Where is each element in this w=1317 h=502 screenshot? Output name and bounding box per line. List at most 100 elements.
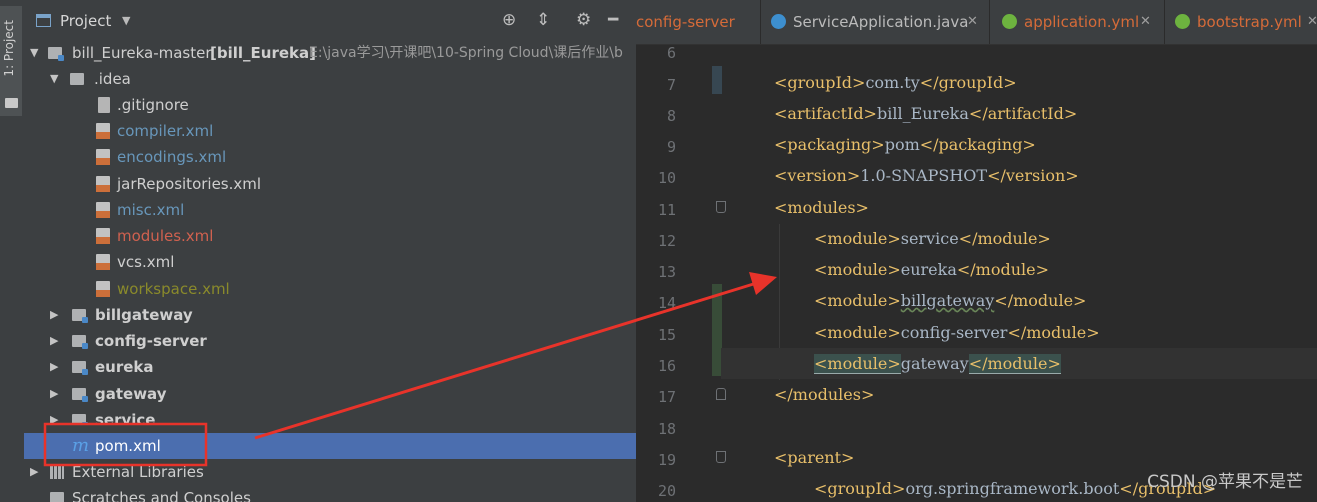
vcs-change-marker[interactable] (712, 66, 722, 94)
line-number: 14 (657, 294, 676, 312)
tree-item-eureka[interactable]: ▶ eureka (24, 354, 636, 380)
collapsed-arrow-icon[interactable]: ▶ (50, 381, 58, 407)
code-line[interactable]: <module>billgateway</module> (814, 291, 1086, 310)
code-line[interactable]: </modules> (774, 385, 874, 404)
xml-close-tag: </module> (958, 229, 1051, 248)
project-view-selector[interactable]: Project (60, 12, 111, 30)
xml-open-tag: <module> (814, 354, 901, 374)
xml-file-icon (96, 281, 110, 297)
tree-item-label: Scratches and Consoles (72, 489, 251, 502)
tree-item-gitignore[interactable]: .gitignore (24, 92, 636, 118)
line-number: 15 (657, 326, 676, 344)
tree-item-external-libraries[interactable]: ▶ External Libraries (24, 459, 636, 485)
code-line[interactable]: <version>1.0-SNAPSHOT</version> (774, 166, 1079, 185)
code-line[interactable]: <modules> (774, 198, 869, 217)
code-line[interactable]: <groupId>com.ty</groupId> (774, 73, 1017, 92)
expanded-arrow-icon[interactable]: ▼ (30, 40, 38, 66)
collapsed-arrow-icon[interactable]: ▶ (50, 302, 58, 328)
tree-item-label: misc.xml (117, 201, 185, 219)
tree-item-vcs-xml[interactable]: vcs.xml (24, 249, 636, 275)
tree-item-misc-xml[interactable]: misc.xml (24, 197, 636, 223)
tree-item-label: billgateway (95, 306, 193, 324)
tree-item-compiler-xml[interactable]: compiler.xml (24, 118, 636, 144)
code-line[interactable]: <module>service</module> (814, 229, 1051, 248)
xml-text: billgateway (900, 291, 995, 310)
code-line[interactable]: <packaging>pom</packaging> (774, 135, 1036, 154)
tree-item-label: External Libraries (72, 463, 204, 481)
tree-item-encodings-xml[interactable]: encodings.xml (24, 144, 636, 170)
tree-item-label: service (95, 411, 156, 425)
tree-item-modules-xml[interactable]: modules.xml (24, 223, 636, 249)
xml-file-icon (96, 254, 110, 270)
tree-item-service[interactable]: ▶ service (24, 407, 636, 425)
watermark: CSDN @苹果不是芒 (1147, 472, 1303, 492)
gear-icon[interactable]: ⚙ (576, 10, 591, 30)
tab-bootstrap-yml[interactable]: bootstrap.yml ✕ (1165, 0, 1317, 44)
xml-text: org.springframework.boot (905, 479, 1120, 498)
xml-open-tag: <module> (814, 260, 901, 279)
tab-service-application[interactable]: ServiceApplication.java ✕ (761, 0, 990, 44)
tree-item-label: .idea (94, 70, 131, 88)
tree-item-billgateway[interactable]: ▶ billgateway (24, 302, 636, 328)
collapsed-arrow-icon[interactable]: ▶ (50, 354, 58, 380)
module-name-label: [bill_Eureka] (210, 44, 316, 62)
xml-text: gateway (900, 354, 969, 373)
tab-application-yml[interactable]: application.yml ✕ (990, 0, 1165, 44)
fold-marker-icon[interactable] (716, 388, 726, 400)
tree-item-idea[interactable]: ▼ .idea (24, 66, 636, 92)
collapsed-arrow-icon[interactable]: ▶ (50, 407, 58, 425)
module-folder-icon (72, 388, 88, 402)
folder-icon (5, 98, 18, 108)
fold-marker-icon[interactable] (716, 201, 726, 213)
xml-text: 1.0-SNAPSHOT (860, 166, 988, 185)
tree-root-row[interactable]: ▼ bill_Eureka-master [bill_Eureka] E:\ja… (24, 40, 636, 66)
xml-open-tag: <groupId> (774, 73, 866, 92)
project-tool-tab[interactable]: 1: Project (0, 6, 22, 116)
xml-close-tag: </version> (987, 166, 1079, 185)
line-number: 7 (666, 76, 676, 94)
xml-open-tag: <module> (814, 229, 901, 248)
code-line[interactable]: <module>config-server</module> (814, 323, 1100, 342)
tree-item-jarrepositories-xml[interactable]: jarRepositories.xml (24, 171, 636, 197)
xml-file-icon (96, 123, 110, 139)
collapse-all-icon[interactable]: ⇕ (536, 10, 550, 30)
xml-open-tag: <module> (814, 291, 901, 310)
close-icon[interactable]: ✕ (1140, 0, 1151, 44)
editor-tab-bar: config-server ServiceApplication.java ✕ … (636, 0, 1317, 45)
spring-leaf-icon (1002, 14, 1017, 29)
tree-item-label: bill_Eureka-master (72, 44, 212, 62)
tree-item-label: eureka (95, 358, 154, 376)
xml-open-tag: <module> (814, 323, 901, 342)
library-icon (50, 466, 64, 479)
code-line[interactable]: <module>eureka</module> (814, 260, 1049, 279)
xml-text: service (900, 229, 959, 248)
hide-icon[interactable]: ━ (608, 10, 618, 30)
code-line[interactable]: <module>gateway</module> (814, 354, 1061, 374)
text-file-icon (98, 97, 110, 113)
expanded-arrow-icon[interactable]: ▼ (50, 66, 58, 92)
tab-label: config-server (636, 13, 735, 31)
tree-item-pom-xml[interactable]: m pom.xml (24, 433, 636, 459)
tree-item-scratches[interactable]: Scratches and Consoles (24, 485, 636, 502)
line-number: 20 (657, 482, 676, 500)
close-icon[interactable]: ✕ (1307, 0, 1317, 44)
xml-close-tag: </module> (1007, 323, 1100, 342)
collapsed-arrow-icon[interactable]: ▶ (30, 459, 38, 485)
close-icon[interactable]: ✕ (967, 0, 978, 44)
tree-item-label: workspace.xml (117, 280, 230, 298)
locate-icon[interactable]: ⊕ (502, 10, 516, 30)
chevron-down-icon[interactable]: ▼ (122, 14, 130, 27)
tab-label: bootstrap.yml (1197, 13, 1302, 31)
collapsed-arrow-icon[interactable]: ▶ (50, 328, 58, 354)
tree-item-workspace-xml[interactable]: workspace.xml (24, 276, 636, 302)
tree-item-config-server[interactable]: ▶ config-server (24, 328, 636, 354)
code-line[interactable]: <artifactId>bill_Eureka</artifactId> (774, 104, 1077, 123)
module-folder-icon (72, 361, 88, 375)
folder-icon (70, 73, 84, 85)
fold-marker-icon[interactable] (716, 451, 726, 463)
tree-item-gateway[interactable]: ▶ gateway (24, 381, 636, 407)
tool-window-strip: 1: Project (0, 0, 25, 502)
tab-config-server[interactable]: config-server (636, 0, 761, 44)
code-line[interactable]: <parent> (774, 448, 854, 467)
project-panel: Project ▼ ⊕ ⇕ ⚙ ━ ▼ bill_Eureka-master [… (24, 0, 636, 502)
